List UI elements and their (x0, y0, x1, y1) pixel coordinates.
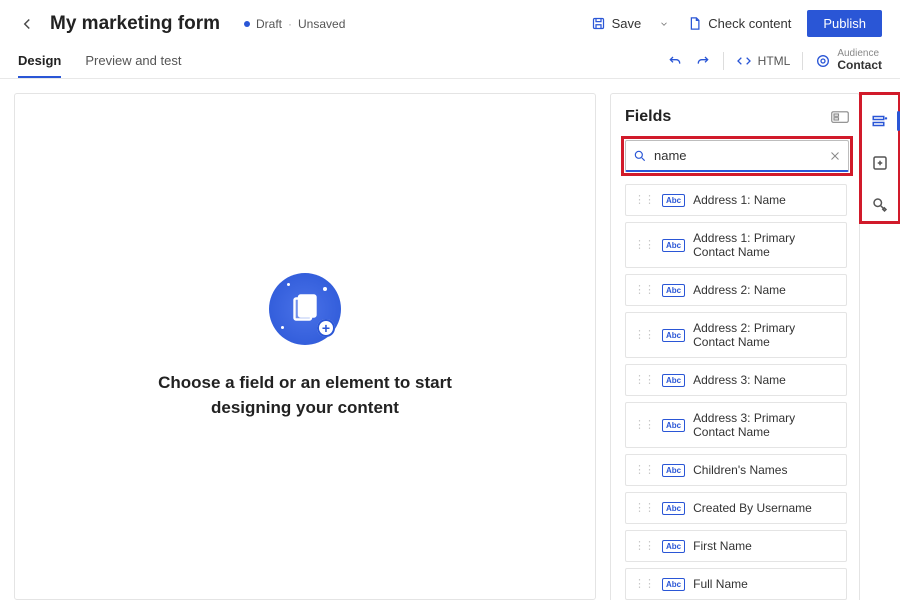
page-title: My marketing form (50, 13, 220, 35)
drag-handle-icon[interactable]: ⋮⋮ (634, 287, 654, 293)
field-item-label: Full Name (693, 577, 748, 591)
publish-button[interactable]: Publish (807, 10, 882, 37)
search-icon (633, 149, 647, 163)
text-type-badge: Abc (662, 464, 685, 477)
rail-settings-icon[interactable] (868, 193, 892, 217)
drag-handle-icon[interactable]: ⋮⋮ (634, 543, 654, 549)
tab-design[interactable]: Design (18, 43, 61, 78)
html-button[interactable]: HTML (736, 53, 791, 69)
check-content-label: Check content (708, 16, 791, 31)
text-type-badge: Abc (662, 284, 685, 297)
drag-handle-icon[interactable]: ⋮⋮ (634, 332, 654, 338)
field-item-label: Children's Names (693, 463, 787, 477)
text-type-badge: Abc (662, 502, 685, 515)
tab-preview[interactable]: Preview and test (85, 43, 181, 78)
fields-search-input[interactable] (625, 140, 849, 172)
toolbar-divider (802, 52, 803, 70)
save-state-label: Unsaved (298, 17, 345, 31)
text-type-badge: Abc (662, 239, 685, 252)
form-layout-icon[interactable] (831, 111, 849, 123)
drag-handle-icon[interactable]: ⋮⋮ (634, 377, 654, 383)
field-item[interactable]: ⋮⋮ Abc Address 2: Name (625, 274, 847, 306)
drag-handle-icon[interactable]: ⋮⋮ (634, 197, 654, 203)
text-type-badge: Abc (662, 374, 685, 387)
field-item[interactable]: ⋮⋮ Abc Address 3: Primary Contact Name (625, 402, 847, 448)
redo-icon[interactable] (695, 53, 711, 69)
text-type-badge: Abc (662, 419, 685, 432)
status-dot (244, 21, 250, 27)
field-item-label: First Name (693, 539, 752, 553)
field-item-label: Address 3: Name (693, 373, 786, 387)
drag-handle-icon[interactable]: ⋮⋮ (634, 505, 654, 511)
field-item[interactable]: ⋮⋮ Abc First Name (625, 530, 847, 562)
empty-state-title: Choose a field or an element to start de… (158, 371, 452, 420)
status-label: Draft (256, 17, 282, 31)
design-canvas[interactable]: + Choose a field or an element to start … (14, 93, 596, 600)
audience-value: Contact (837, 59, 882, 72)
field-item[interactable]: ⋮⋮ Abc Address 3: Name (625, 364, 847, 396)
back-arrow-icon[interactable] (18, 15, 36, 33)
field-item-label: Address 3: Primary Contact Name (693, 411, 838, 439)
target-icon (815, 53, 831, 69)
rail-fields-icon[interactable] (868, 109, 892, 133)
text-type-badge: Abc (662, 540, 685, 553)
side-rail (860, 93, 900, 223)
fields-panel: Fields ⋮⋮ Abc Address 1: Name ⋮⋮ Abc Address … (610, 93, 860, 600)
undo-icon[interactable] (667, 53, 683, 69)
field-item[interactable]: ⋮⋮ Abc Created By Username (625, 492, 847, 524)
text-type-badge: Abc (662, 194, 685, 207)
field-item-label: Address 2: Primary Contact Name (693, 321, 838, 349)
drag-handle-icon[interactable]: ⋮⋮ (634, 581, 654, 587)
field-item-label: Created By Username (693, 501, 812, 515)
save-button[interactable]: Save (585, 11, 648, 36)
text-type-badge: Abc (662, 329, 685, 342)
field-item[interactable]: ⋮⋮ Abc Address 1: Name (625, 184, 847, 216)
field-item-label: Address 2: Name (693, 283, 786, 297)
clear-search-icon[interactable] (829, 150, 841, 162)
rail-elements-icon[interactable] (868, 151, 892, 175)
save-icon (591, 16, 606, 31)
toolbar-divider (723, 52, 724, 70)
field-item-label: Address 1: Primary Contact Name (693, 231, 838, 259)
save-label: Save (612, 16, 642, 31)
field-item[interactable]: ⋮⋮ Abc Full Name (625, 568, 847, 600)
field-item[interactable]: ⋮⋮ Abc Children's Names (625, 454, 847, 486)
status-separator: · (288, 17, 292, 31)
document-icon (687, 16, 702, 31)
audience-selector[interactable]: Audience Contact (815, 49, 882, 72)
empty-state-icon: + (269, 273, 341, 345)
html-label: HTML (758, 54, 791, 68)
text-type-badge: Abc (662, 578, 685, 591)
drag-handle-icon[interactable]: ⋮⋮ (634, 422, 654, 428)
fields-panel-title: Fields (625, 108, 671, 126)
field-item[interactable]: ⋮⋮ Abc Address 1: Primary Contact Name (625, 222, 847, 268)
drag-handle-icon[interactable]: ⋮⋮ (634, 242, 654, 248)
field-item[interactable]: ⋮⋮ Abc Address 2: Primary Contact Name (625, 312, 847, 358)
save-dropdown-chevron-icon[interactable] (657, 14, 671, 34)
code-icon (736, 53, 752, 69)
drag-handle-icon[interactable]: ⋮⋮ (634, 467, 654, 473)
plus-icon: + (317, 319, 335, 337)
check-content-button[interactable]: Check content (681, 11, 797, 36)
field-item-label: Address 1: Name (693, 193, 786, 207)
